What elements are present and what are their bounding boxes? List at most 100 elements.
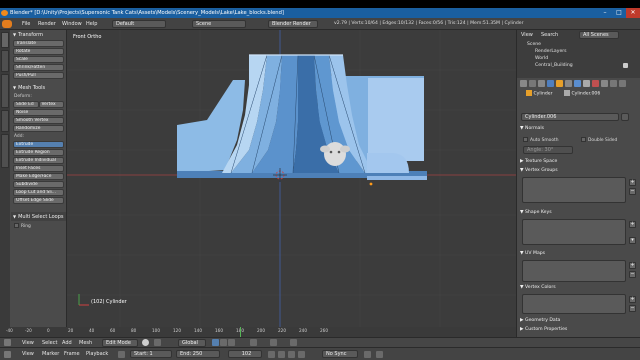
- timeline-ruler[interactable]: -40 -20 0 20 40 60 80 100 120 140 160 18…: [0, 327, 516, 337]
- auto-smooth-angle-field[interactable]: Angle: 30°: [523, 146, 573, 154]
- menu-search[interactable]: Search: [541, 31, 558, 39]
- inset-faces-button[interactable]: Inset Faces: [13, 165, 64, 172]
- physics-tab-icon[interactable]: [619, 80, 626, 87]
- editor-type-icon[interactable]: [2, 20, 12, 28]
- menu-select[interactable]: Select: [42, 339, 57, 347]
- outliner-row-scene[interactable]: Scene: [517, 41, 640, 48]
- menu-view[interactable]: View: [22, 339, 34, 347]
- smooth-vertex-button[interactable]: Smooth Vertex: [13, 117, 64, 124]
- mesh-data-tab-icon[interactable]: [583, 80, 590, 87]
- modifiers-tab-icon[interactable]: [574, 80, 581, 87]
- display-mode-dropdown[interactable]: All Scenes: [579, 31, 619, 39]
- scene-dropdown[interactable]: Scene: [192, 20, 246, 28]
- face-select-icon[interactable]: [228, 339, 235, 346]
- end-frame-field[interactable]: End: 250: [176, 350, 220, 358]
- auto-smooth-checkbox[interactable]: [523, 137, 528, 142]
- transform-orientation-dropdown[interactable]: Global: [178, 339, 206, 347]
- vertex-groups-list[interactable]: [522, 177, 626, 203]
- editor-type-icon[interactable]: [4, 351, 11, 358]
- extrude-dropdown[interactable]: Extrude: [13, 141, 64, 148]
- menu-mesh[interactable]: Mesh: [79, 339, 92, 347]
- slide-vertex-button[interactable]: Vertex: [38, 101, 64, 108]
- 3d-viewport[interactable]: Front Ortho (102) Cylinder: [67, 30, 516, 337]
- push-pull-button[interactable]: Push/Pull: [13, 72, 64, 79]
- pivot-icon[interactable]: [154, 339, 161, 346]
- loop-cut-button[interactable]: Loop Cut and Sli...: [13, 189, 64, 196]
- randomize-button[interactable]: Randomize: [13, 125, 64, 132]
- menu-marker[interactable]: Marker: [42, 350, 59, 358]
- vertex-select-icon[interactable]: [212, 339, 219, 346]
- menu-file[interactable]: File: [22, 20, 30, 28]
- geometry-data-panel-header[interactable]: ▶ Geometry Data: [520, 317, 638, 325]
- ring-checkbox[interactable]: [14, 223, 19, 228]
- keying-set-icon[interactable]: [376, 351, 383, 358]
- tab-tools[interactable]: [1, 32, 9, 48]
- vertex-colors-list[interactable]: [522, 294, 626, 314]
- play-icon[interactable]: [288, 351, 295, 358]
- material-tab-icon[interactable]: [592, 80, 599, 87]
- world-tab-icon[interactable]: [547, 80, 554, 87]
- remove-uv-map-button[interactable]: −: [629, 271, 636, 278]
- mode-dropdown[interactable]: Edit Mode: [102, 339, 138, 347]
- auto-keying-icon[interactable]: [118, 351, 125, 358]
- menu-add[interactable]: Add: [62, 339, 72, 347]
- maximize-button[interactable]: □: [612, 8, 626, 18]
- outliner-row-renderlayers[interactable]: RenderLayers: [517, 48, 640, 55]
- outliner-row-world[interactable]: World: [517, 55, 640, 62]
- shrink-fatten-button[interactable]: Shrink/Fatten: [13, 64, 64, 71]
- menu-frame[interactable]: Frame: [64, 350, 80, 358]
- rotate-button[interactable]: Rotate: [13, 48, 64, 55]
- current-frame-marker[interactable]: [240, 327, 241, 337]
- add-uv-map-button[interactable]: +: [629, 262, 636, 269]
- outliner-row-central-building[interactable]: Central_Building: [517, 62, 640, 69]
- object-tab-icon[interactable]: [556, 80, 563, 87]
- extrude-individual-button[interactable]: Extrude Individual: [13, 157, 64, 164]
- fake-user-button[interactable]: [621, 113, 629, 121]
- visibility-eye-icon[interactable]: [623, 63, 628, 68]
- mesh-datablock-field[interactable]: Cylinder.006: [521, 113, 619, 121]
- normals-panel-header[interactable]: ▼ Normals: [520, 125, 638, 133]
- snap-icon[interactable]: [270, 339, 277, 346]
- vertex-groups-panel-header[interactable]: ▼ Vertex Groups: [520, 167, 638, 175]
- render-engine-dropdown[interactable]: Blender Render: [268, 20, 318, 28]
- uv-maps-panel-header[interactable]: ▼ UV Maps: [520, 250, 638, 258]
- translate-button[interactable]: Translate: [13, 40, 64, 47]
- render-tab-icon[interactable]: [520, 80, 527, 87]
- shape-key-specials-button[interactable]: ▾: [629, 237, 636, 244]
- layers-tab-icon[interactable]: [529, 80, 536, 87]
- custom-properties-panel-header[interactable]: ▶ Custom Properties: [520, 326, 638, 334]
- menu-render[interactable]: Render: [38, 20, 56, 28]
- shading-sphere-icon[interactable]: [142, 339, 149, 346]
- menu-view[interactable]: View: [521, 31, 533, 39]
- menu-window[interactable]: Window: [62, 20, 82, 28]
- proportional-edit-icon[interactable]: [250, 339, 257, 346]
- close-button[interactable]: ✕: [626, 8, 640, 18]
- add-vertex-group-button[interactable]: +: [629, 179, 636, 186]
- add-shape-key-button[interactable]: +: [629, 221, 636, 228]
- sync-dropdown[interactable]: No Sync: [322, 350, 358, 358]
- make-edge-face-button[interactable]: Make Edge/Face: [13, 173, 64, 180]
- start-frame-field[interactable]: Start: 1: [130, 350, 172, 358]
- scale-button[interactable]: Scale: [13, 56, 64, 63]
- viewport-canvas[interactable]: [67, 30, 516, 337]
- texture-tab-icon[interactable]: [601, 80, 608, 87]
- tab-create[interactable]: [1, 50, 9, 72]
- ring-option[interactable]: Ring: [14, 223, 63, 230]
- keyframe-icon[interactable]: [364, 351, 371, 358]
- mesh-tools-panel-header[interactable]: ▼ Mesh Tools: [11, 83, 66, 92]
- render-preview-icon[interactable]: [290, 339, 297, 346]
- shape-keys-panel-header[interactable]: ▼ Shape Keys: [520, 209, 638, 217]
- constraints-tab-icon[interactable]: [565, 80, 572, 87]
- texture-space-panel-header[interactable]: ▶ Texture Space: [520, 158, 638, 166]
- tab-grease-pencil[interactable]: [1, 134, 9, 168]
- minimize-button[interactable]: –: [598, 8, 612, 18]
- tab-shading-uvs[interactable]: [1, 74, 9, 108]
- play-reverse-icon[interactable]: [278, 351, 285, 358]
- last-operator-header[interactable]: ▼ Multi Select Loops: [11, 212, 66, 221]
- double-sided-checkbox[interactable]: [581, 137, 586, 142]
- double-sided-option[interactable]: Double Sided: [581, 137, 617, 143]
- jump-start-icon[interactable]: [268, 351, 275, 358]
- noise-button[interactable]: Noise: [13, 109, 64, 116]
- add-vertex-color-button[interactable]: +: [629, 296, 636, 303]
- menu-playback[interactable]: Playback: [86, 350, 108, 358]
